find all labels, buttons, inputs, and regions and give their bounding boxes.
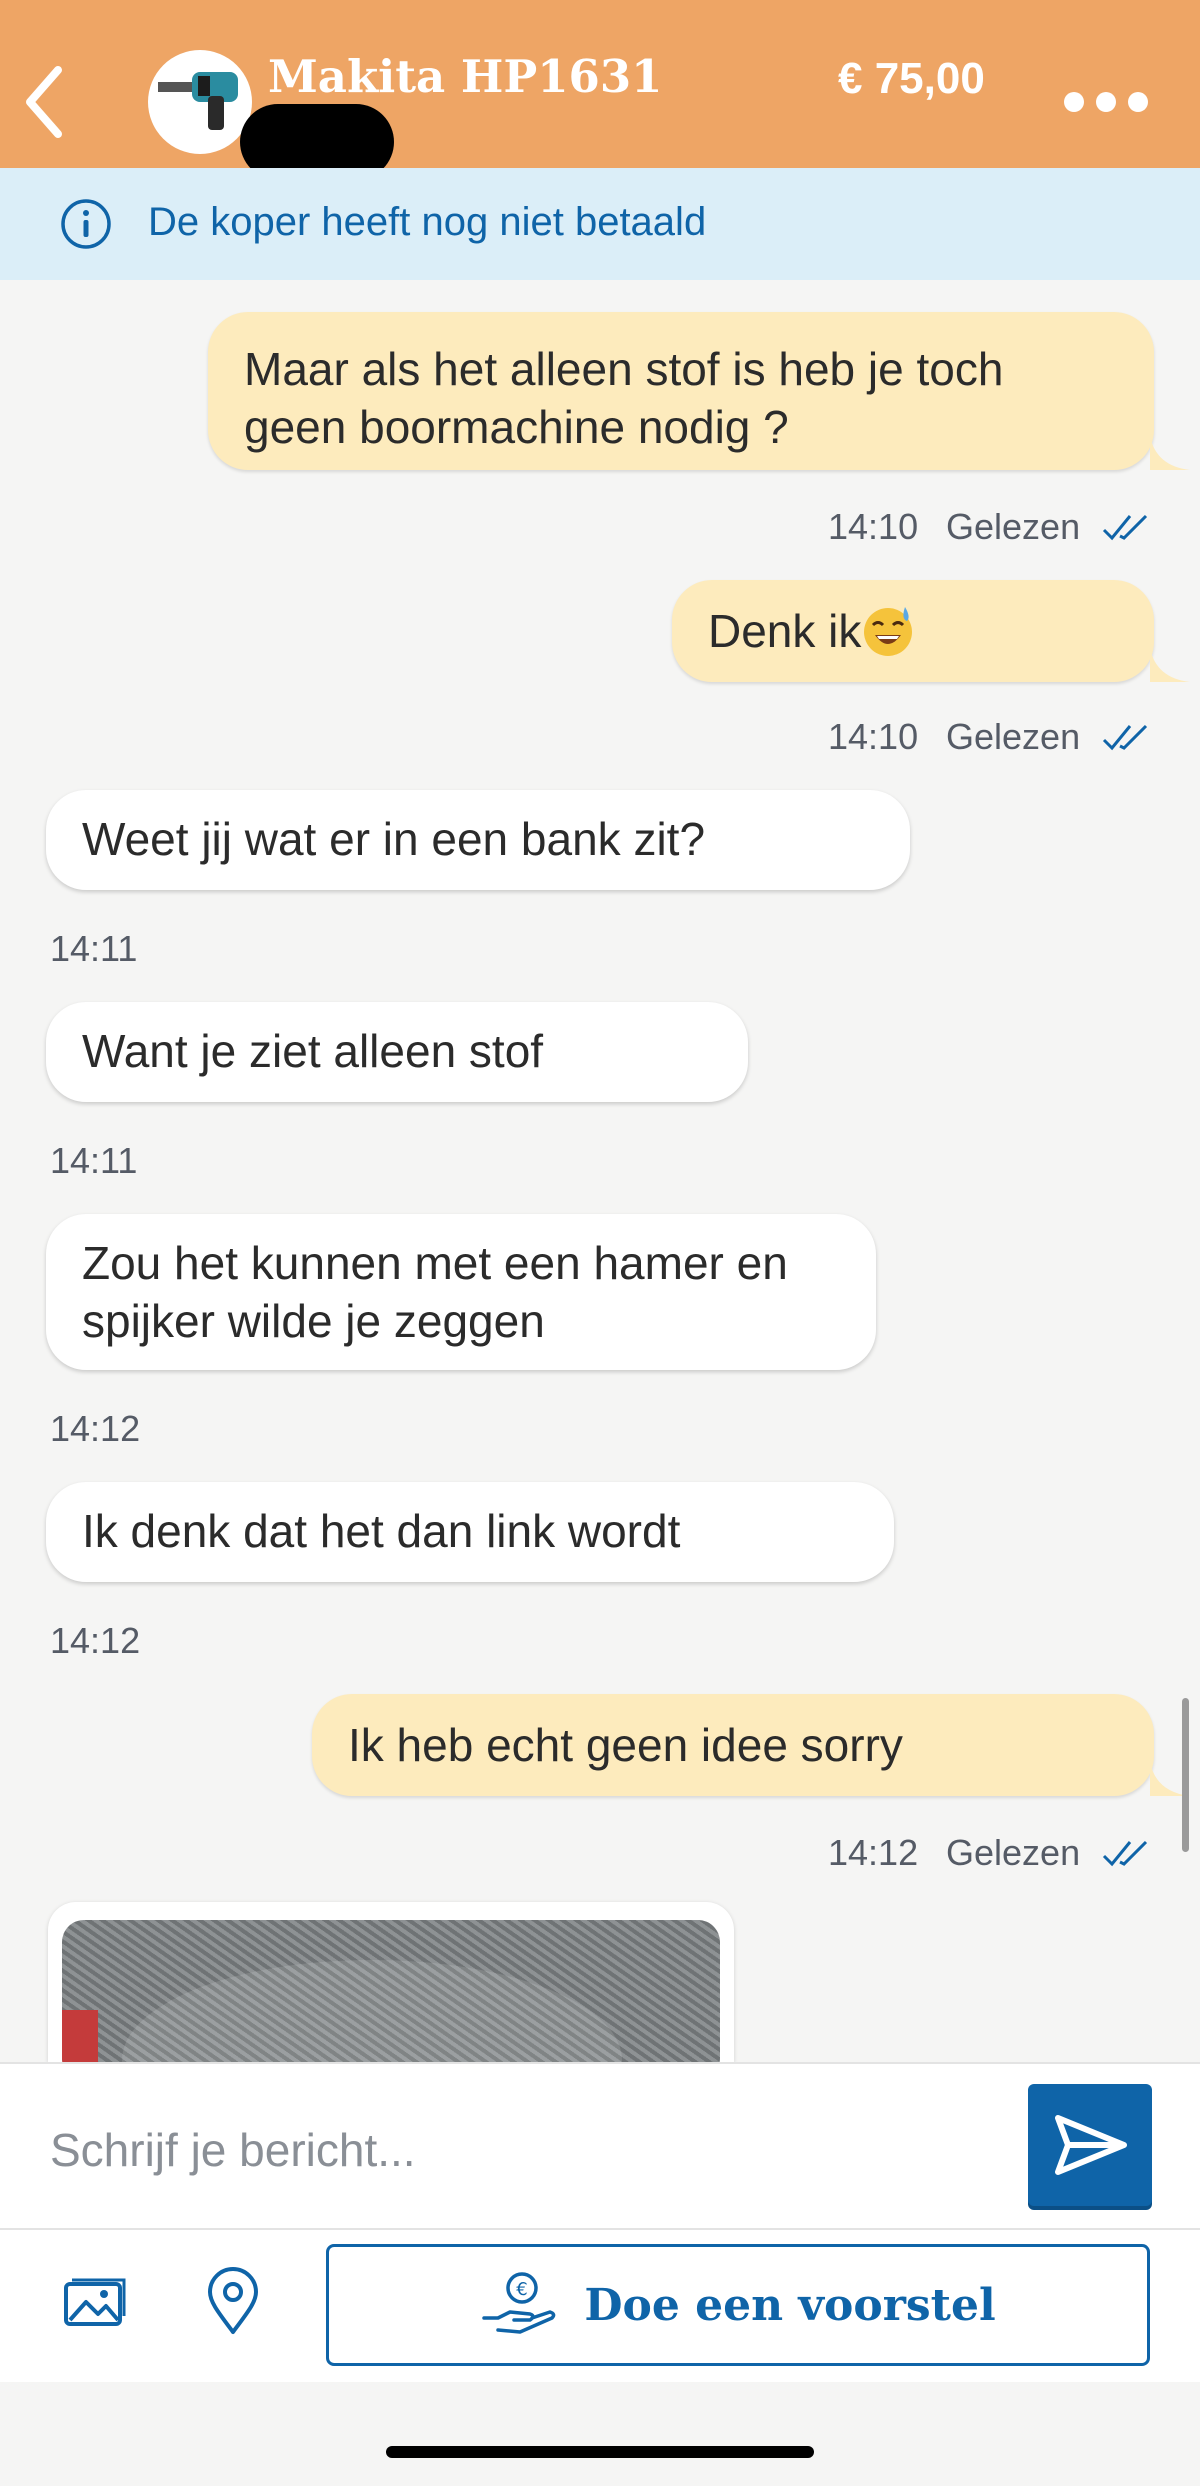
message-text: Ik denk dat het dan link wordt — [82, 1505, 681, 1557]
sweat-smile-emoji — [864, 607, 913, 656]
location-pin-icon[interactable] — [198, 2266, 268, 2336]
bubble-tail — [1150, 648, 1190, 682]
message-bubble-incoming[interactable]: Want je ziet alleen stof — [46, 1002, 748, 1102]
home-indicator — [386, 2446, 814, 2458]
banner-text: De koper heeft nog niet betaald — [148, 200, 707, 244]
message-text: spijker wilde je zeggen — [82, 1295, 545, 1347]
double-check-icon — [1102, 1840, 1148, 1867]
message-bubble-incoming[interactable]: Ik denk dat het dan link wordt — [46, 1482, 894, 1582]
make-offer-label: Doe een voorstel — [584, 2279, 996, 2331]
message-input[interactable] — [0, 2080, 1000, 2220]
message-text: Denk ik — [708, 605, 862, 657]
message-time: 14:12 — [50, 1408, 141, 1449]
message-text: Weet jij wat er in een bank zit? — [82, 813, 706, 865]
message-bubble-incoming[interactable]: Zou het kunnen met een hamer en spijker … — [46, 1214, 876, 1370]
drill-icon — [158, 72, 238, 130]
read-status: Gelezen — [946, 506, 1081, 547]
image-message[interactable] — [48, 1902, 734, 2062]
more-dots-icon[interactable] — [1064, 92, 1148, 114]
send-button[interactable] — [1028, 2084, 1152, 2206]
read-status: Gelezen — [946, 716, 1081, 757]
message-time: 14:10 — [828, 506, 919, 547]
chat-title[interactable]: Makita HP1631 — [268, 50, 662, 103]
double-check-icon — [1102, 724, 1148, 751]
message-bubble-outgoing[interactable]: Denk ik — [672, 580, 1154, 682]
message-time: 14:11 — [50, 1140, 138, 1181]
gallery-icon[interactable] — [58, 2270, 128, 2340]
message-text: Want je ziet alleen stof — [82, 1025, 544, 1077]
message-time: 14:12 — [50, 1620, 141, 1661]
chevron-left-icon[interactable] — [22, 62, 66, 142]
scrollbar[interactable] — [1182, 1698, 1189, 1852]
read-status: Gelezen — [946, 1832, 1081, 1873]
send-icon — [1055, 2115, 1127, 2175]
hand-euro-icon: € — [482, 2272, 556, 2334]
info-icon — [61, 199, 111, 249]
message-photo — [62, 1920, 720, 2062]
message-time: 14:12 — [828, 1832, 919, 1873]
message-bubble-outgoing[interactable]: Maar als het alleen stof is heb je toch … — [208, 312, 1154, 470]
message-time: 14:11 — [50, 928, 138, 969]
message-bubble-incoming[interactable]: Weet jij wat er in een bank zit? — [46, 790, 910, 890]
message-time: 14:10 — [828, 716, 919, 757]
message-text: Ik heb echt geen idee sorry — [348, 1719, 903, 1771]
message-text: Zou het kunnen met een hamer en — [82, 1237, 788, 1289]
bubble-tail — [1150, 436, 1190, 470]
make-offer-button[interactable]: € Doe een voorstel — [326, 2244, 1150, 2366]
listing-price: € 75,00 — [838, 54, 985, 103]
double-check-icon — [1102, 514, 1148, 541]
message-bubble-outgoing[interactable]: Ik heb echt geen idee sorry — [312, 1694, 1154, 1796]
product-avatar[interactable] — [148, 50, 252, 154]
message-text: Maar als het alleen stof is heb je toch — [244, 343, 1004, 395]
message-text: geen boormachine nodig ? — [244, 401, 789, 453]
svg-text:€: € — [517, 2279, 528, 2300]
